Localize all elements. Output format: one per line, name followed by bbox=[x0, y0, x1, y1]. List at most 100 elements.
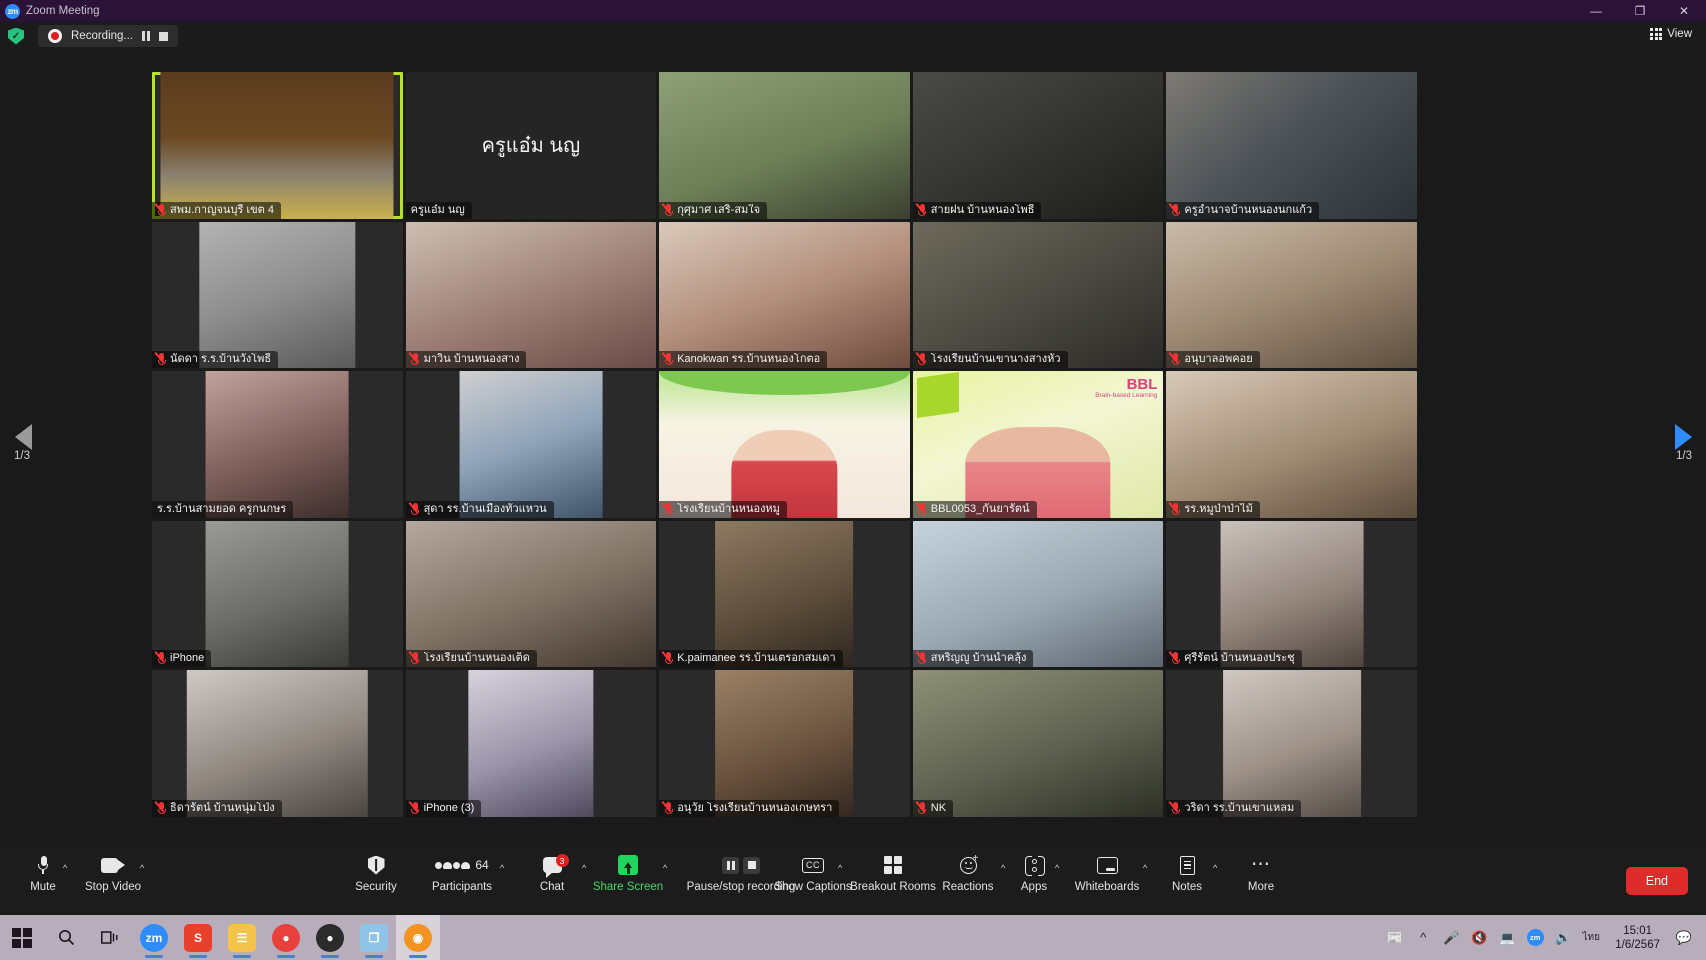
stop-recording-button[interactable] bbox=[159, 31, 169, 41]
notes-button[interactable]: Notes bbox=[1152, 850, 1222, 893]
taskbar-app-zoom[interactable]: zm bbox=[132, 915, 176, 960]
chat-button[interactable]: 3 Chat bbox=[517, 850, 587, 893]
taskbar-clock[interactable]: 15:01 1/6/2567 bbox=[1605, 924, 1670, 952]
participant-name-bar: ร.ร.บ้านสามยอด ครูกนกษร bbox=[152, 500, 294, 518]
taskbar-app-snagit[interactable]: S bbox=[176, 915, 220, 960]
participant-tile[interactable]: ครูอำนาจบ้านหนองนกแก้ว bbox=[1166, 72, 1417, 219]
participant-tile[interactable]: กุศุมาศ เสริ-สมใจ bbox=[659, 72, 910, 219]
participants-caret-icon[interactable]: ^ bbox=[500, 863, 504, 873]
participant-tile[interactable]: โรงเรียนบ้านเขานางสางหัว bbox=[912, 221, 1164, 369]
photos-icon: ❒ bbox=[360, 923, 388, 952]
whiteboards-button[interactable]: Whiteboards bbox=[1072, 850, 1142, 893]
muted-microphone-icon bbox=[408, 801, 420, 815]
muted-microphone-icon bbox=[1169, 501, 1180, 516]
muted-microphone-icon bbox=[1169, 801, 1180, 815]
participant-tile[interactable]: NK bbox=[912, 670, 1164, 817]
participant-tile[interactable]: สุดา รร.บ้านเมืองทั่วแหวน bbox=[405, 371, 657, 518]
muted-microphone-icon bbox=[915, 801, 927, 815]
show-hidden-icons-chevron[interactable]: ^ bbox=[1409, 915, 1437, 960]
microphone-tray-icon[interactable]: 🎤 bbox=[1437, 915, 1465, 960]
task-view-button[interactable] bbox=[88, 915, 132, 960]
mute-options-caret-icon[interactable]: ^ bbox=[63, 863, 67, 873]
zoom-tray-icon[interactable]: zm bbox=[1521, 915, 1549, 960]
notes-caret-icon[interactable]: ^ bbox=[1213, 863, 1217, 873]
participant-name-bar: มาวิน บ้านหนองสาง bbox=[405, 351, 527, 369]
participant-tile[interactable]: โรงเรียนบ้านหนองหมู bbox=[659, 371, 910, 518]
decorative-shape bbox=[916, 372, 959, 419]
network-icon[interactable]: 💻 bbox=[1493, 915, 1521, 960]
participant-tile[interactable]: สพม.กาญจนบุรี เขต 4 bbox=[152, 72, 403, 219]
participant-tile[interactable]: K.paimanee รร.บ้านเตรอกสมเดา bbox=[659, 520, 910, 668]
taskbar-app-file-explorer[interactable]: ☰ bbox=[220, 915, 264, 960]
participant-tile[interactable]: สายฝน บ้านหนองโพธิ์ bbox=[912, 72, 1164, 219]
participant-tile[interactable]: อนุวัย โรงเรียนบ้านหนองเกษทรา bbox=[659, 670, 910, 817]
end-meeting-button[interactable]: End bbox=[1625, 867, 1688, 895]
running-indicator bbox=[365, 955, 383, 958]
participant-name-bar: สุดา รร.บ้านเมืองทั่วแหวน bbox=[405, 500, 554, 518]
taskbar-app-media-player[interactable]: ● bbox=[308, 915, 352, 960]
encryption-shield-icon[interactable]: ✓ bbox=[8, 27, 24, 45]
participant-tile[interactable]: iPhone bbox=[152, 520, 403, 668]
taskbar-app-chrome[interactable]: ● bbox=[264, 915, 308, 960]
participant-video-feed bbox=[912, 221, 1164, 369]
task-view-icon bbox=[101, 930, 118, 944]
taskbar-app-obs-studio[interactable]: ◉ bbox=[396, 915, 440, 960]
share-screen-button[interactable]: Share Screen bbox=[593, 850, 663, 893]
captions-caret-icon[interactable]: ^ bbox=[838, 863, 842, 873]
security-button[interactable]: Security bbox=[341, 850, 411, 893]
participant-tile[interactable]: อนุบาลอพคอย bbox=[1166, 221, 1417, 369]
participant-name: รร.หมูป่าป่าไม้ bbox=[1184, 502, 1253, 515]
previous-page-arrow[interactable] bbox=[10, 420, 36, 454]
participant-tile[interactable]: ร.ร.บ้านสามยอด ครูกนกษร bbox=[152, 371, 403, 518]
notifications-icon[interactable]: 💬 bbox=[1670, 915, 1698, 960]
pause-recording-button[interactable] bbox=[142, 31, 151, 41]
muted-microphone-icon bbox=[661, 352, 673, 366]
participant-tile[interactable]: iPhone (3) bbox=[405, 670, 657, 817]
participant-tile[interactable]: วริดา รร.บ้านเขาแหลม bbox=[1166, 670, 1417, 817]
participant-name-bar: ครูแอ๋ม นญ bbox=[405, 201, 472, 219]
apps-caret-icon[interactable]: ^ bbox=[1055, 863, 1059, 873]
participant-name: BBL0053_กันยารัตน์ bbox=[930, 502, 1030, 515]
volume-muted-icon[interactable]: 🔇 bbox=[1465, 915, 1493, 960]
participant-tile[interactable]: นัดดา ร.ร.บ้านวังโพธิ์ bbox=[152, 221, 403, 369]
maximize-button[interactable]: ❐ bbox=[1618, 0, 1662, 22]
participant-tile[interactable]: ศุรีรัตน์ บ้านหนองประชุ bbox=[1166, 520, 1417, 668]
whiteboards-caret-icon[interactable]: ^ bbox=[1143, 863, 1147, 873]
share-caret-icon[interactable]: ^ bbox=[663, 863, 667, 873]
participant-name: โรงเรียนบ้านเขานางสางหัว bbox=[930, 353, 1061, 366]
participant-tile[interactable]: BBL Brain-based Learning BBL0053_กันยารัตน… bbox=[912, 371, 1164, 518]
participant-video-feed bbox=[205, 520, 349, 668]
news-icon[interactable]: 📰 bbox=[1381, 915, 1409, 960]
participant-name-bar: iPhone bbox=[152, 650, 212, 668]
language-indicator[interactable]: ไทย bbox=[1577, 915, 1605, 960]
mute-button[interactable]: Mute bbox=[8, 850, 78, 893]
participant-tile[interactable]: โรงเรียนบ้านหนองเต็ด bbox=[405, 520, 657, 668]
participant-name-bar: อนุบาลอพคอย bbox=[1166, 351, 1260, 369]
participant-tile[interactable]: ธิดารัตน์ บ้านหนุ่มโป่ง bbox=[152, 670, 403, 817]
search-button[interactable] bbox=[44, 915, 88, 960]
participant-tile[interactable]: รร.หมูป่าป่าไม้ bbox=[1166, 371, 1417, 518]
close-button[interactable]: ✕ bbox=[1662, 0, 1706, 22]
show-captions-label: Show Captions bbox=[774, 881, 852, 893]
reactions-label: Reactions bbox=[942, 881, 994, 893]
participant-tile[interactable]: ครูแอ๋ม นญ ครูแอ๋ม นญ bbox=[405, 72, 657, 219]
muted-microphone-icon bbox=[154, 651, 166, 665]
participant-tile[interactable]: มาวิน บ้านหนองสาง bbox=[405, 221, 657, 369]
reactions-button[interactable]: + Reactions bbox=[933, 850, 1003, 893]
video-options-caret-icon[interactable]: ^ bbox=[140, 863, 144, 873]
start-button[interactable] bbox=[0, 915, 44, 960]
participant-tile[interactable]: สหริญญู บ้านน้ำคลุ้ง bbox=[912, 520, 1164, 668]
participants-button[interactable]: 64 Participants bbox=[427, 850, 497, 893]
more-button[interactable]: ⋯ More bbox=[1226, 850, 1296, 893]
minimize-button[interactable]: — bbox=[1574, 0, 1618, 22]
view-button[interactable]: View bbox=[1644, 26, 1698, 42]
chat-caret-icon[interactable]: ^ bbox=[582, 863, 586, 873]
view-button-label: View bbox=[1667, 28, 1692, 40]
breakout-rooms-button[interactable]: Breakout Rooms bbox=[850, 850, 936, 893]
participant-tile[interactable]: Kanokwan รร.บ้านหนองโกตอ bbox=[659, 221, 910, 369]
speaker-icon[interactable]: 🔊 bbox=[1549, 915, 1577, 960]
next-page-arrow[interactable] bbox=[1670, 420, 1696, 454]
stop-video-button[interactable]: Stop Video bbox=[78, 850, 148, 893]
participant-name: ครูแอ๋ม นญ bbox=[410, 203, 465, 216]
taskbar-app-photos[interactable]: ❒ bbox=[352, 915, 396, 960]
